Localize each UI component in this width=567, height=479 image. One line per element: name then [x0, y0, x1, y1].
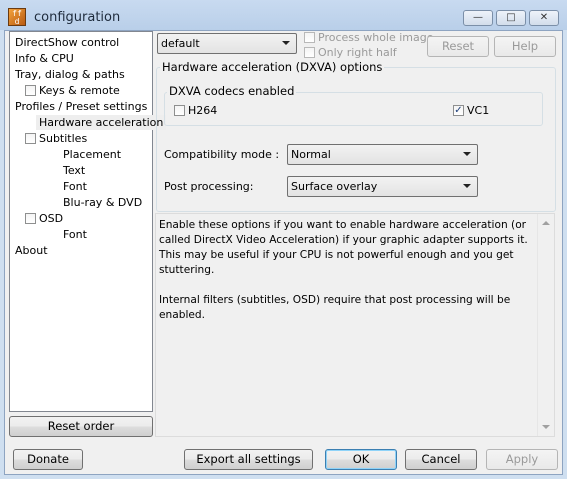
- apply-button[interactable]: Apply: [486, 449, 558, 470]
- h264-checkbox[interactable]: [174, 105, 185, 116]
- tree-item-placement[interactable]: Placement: [63, 147, 121, 162]
- compat-mode-label: Compatibility mode :: [164, 148, 280, 161]
- preset-value: default: [161, 37, 200, 50]
- tree-item-text[interactable]: Text: [63, 163, 85, 178]
- tree-item-subtitles[interactable]: Subtitles: [39, 131, 87, 146]
- h264-label: H264: [188, 104, 218, 117]
- help-button[interactable]: Help: [494, 36, 556, 57]
- hw-options-title: Hardware acceleration (DXVA) options: [160, 60, 385, 74]
- tree-item-osd-font[interactable]: Font: [63, 227, 87, 242]
- help-text: Enable these options if you want to enab…: [159, 219, 528, 321]
- cancel-button[interactable]: Cancel: [405, 449, 477, 470]
- tree-item-profiles-preset[interactable]: Profiles / Preset settings: [15, 99, 147, 114]
- post-processing-value: Surface overlay: [291, 180, 378, 193]
- preset-dropdown[interactable]: default: [157, 33, 297, 54]
- tree-item-osd[interactable]: OSD: [39, 211, 63, 226]
- process-whole-image-checkbox[interactable]: [304, 32, 315, 43]
- keys-remote-checkbox[interactable]: [25, 85, 36, 96]
- chevron-down-icon: [463, 152, 471, 156]
- vc1-checkbox[interactable]: ✓: [453, 105, 464, 116]
- subtitles-checkbox[interactable]: [25, 133, 36, 144]
- only-right-half-checkbox[interactable]: [304, 47, 315, 58]
- chevron-down-icon: [463, 184, 471, 188]
- osd-checkbox[interactable]: [25, 213, 36, 224]
- tree-item-keys-remote[interactable]: Keys & remote: [39, 83, 120, 98]
- help-scrollbar[interactable]: [537, 214, 554, 436]
- tree-item-about[interactable]: About: [15, 243, 48, 258]
- post-processing-label: Post processing:: [164, 180, 254, 193]
- tree-item-info-cpu[interactable]: Info & CPU: [15, 51, 74, 66]
- compat-mode-value: Normal: [291, 148, 331, 161]
- scroll-up-icon[interactable]: [542, 221, 550, 225]
- tree-item-font[interactable]: Font: [63, 179, 87, 194]
- tree-item-bluray-dvd[interactable]: Blu-ray & DVD: [63, 195, 142, 210]
- settings-tree[interactable]: DirectShow control Info & CPU Tray, dial…: [9, 31, 167, 412]
- scroll-down-icon[interactable]: [542, 425, 550, 429]
- export-all-settings-button[interactable]: Export all settings: [184, 449, 313, 470]
- reset-order-button[interactable]: Reset order: [9, 416, 153, 437]
- ffdshow-icon: ff d: [8, 8, 26, 26]
- ok-button[interactable]: OK: [325, 449, 397, 470]
- donate-button[interactable]: Donate: [13, 449, 83, 470]
- compat-mode-dropdown[interactable]: Normal: [287, 144, 478, 165]
- help-text-box[interactable]: Enable these options if you want to enab…: [155, 213, 555, 437]
- vc1-label: VC1: [467, 104, 490, 117]
- window-title: configuration: [34, 10, 121, 25]
- process-whole-image-label: Process whole image: [318, 31, 434, 44]
- maximize-icon[interactable]: □: [496, 10, 526, 26]
- dxva-codecs-title: DXVA codecs enabled: [167, 84, 297, 98]
- tree-item-hardware-acceleration[interactable]: Hardware acceleration: [36, 115, 167, 130]
- post-processing-dropdown[interactable]: Surface overlay: [287, 176, 478, 197]
- chevron-down-icon: [282, 41, 290, 45]
- close-icon[interactable]: ✕: [529, 10, 559, 26]
- minimize-icon[interactable]: —: [463, 10, 493, 26]
- tree-item-directshow-control[interactable]: DirectShow control: [15, 35, 119, 50]
- reset-button[interactable]: Reset: [427, 36, 489, 57]
- only-right-half-label: Only right half: [318, 46, 397, 59]
- tree-item-tray-dialog-paths[interactable]: Tray, dialog & paths: [15, 67, 125, 82]
